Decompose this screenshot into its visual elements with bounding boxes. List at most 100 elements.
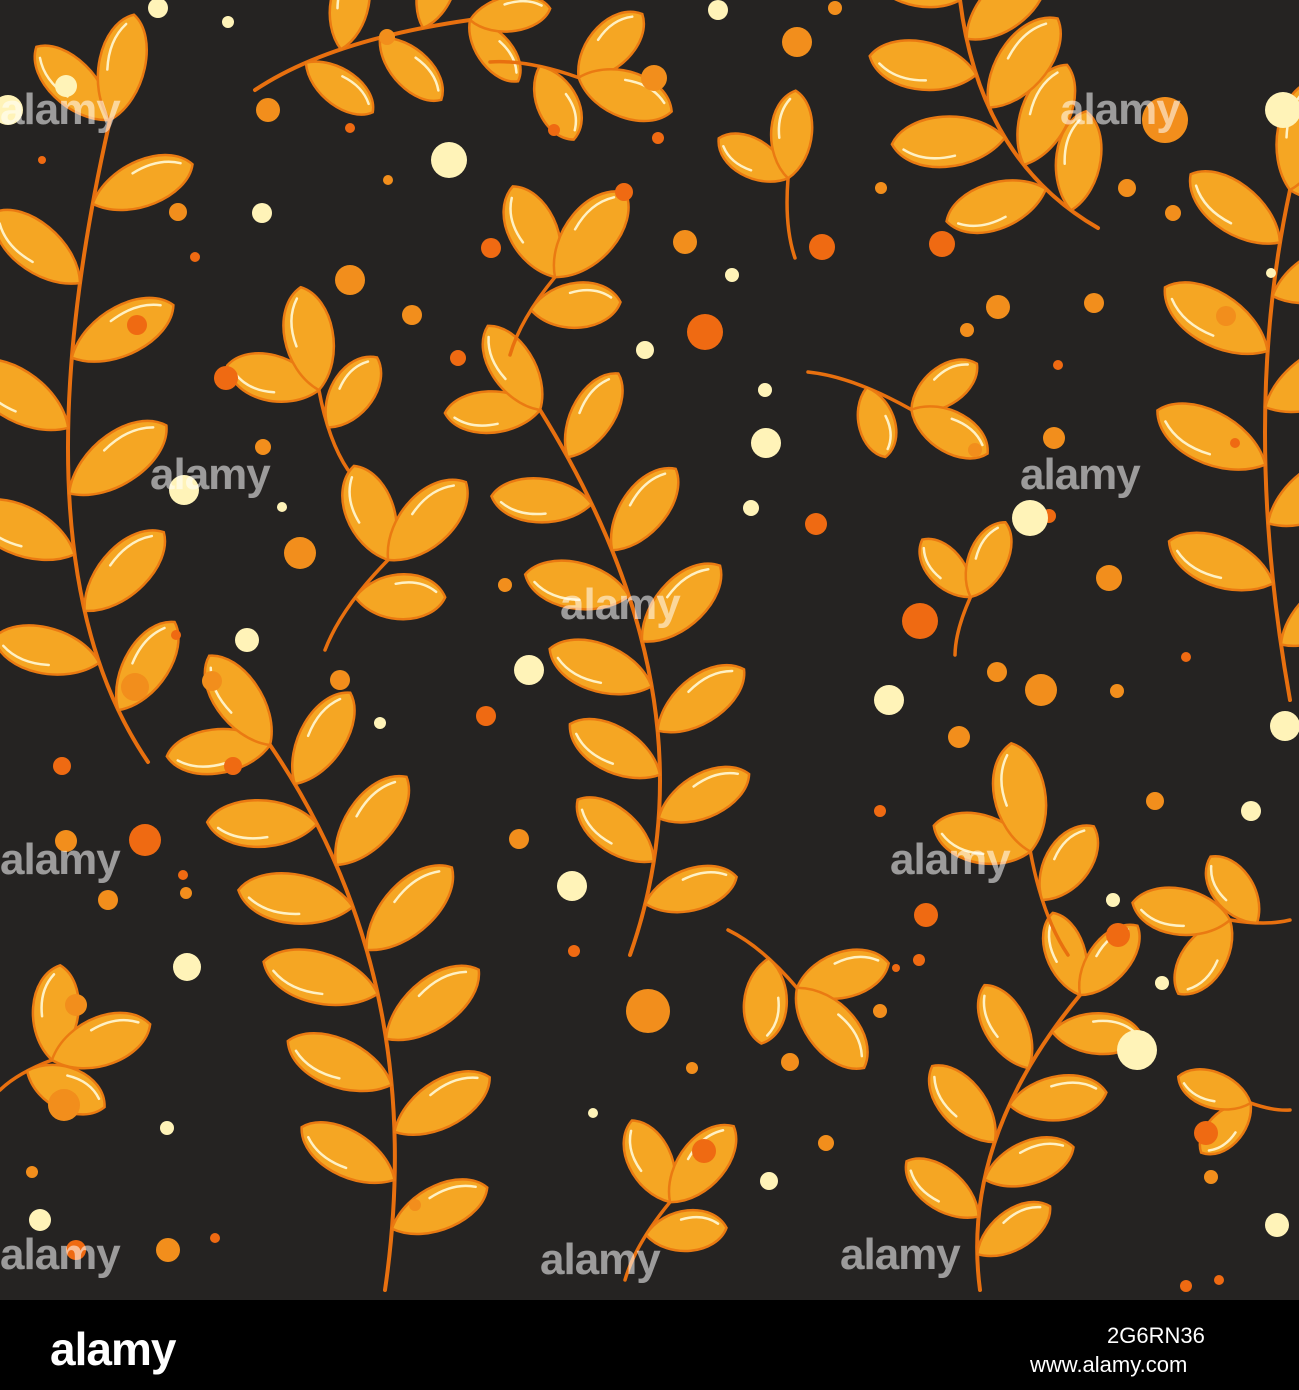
- leaf: [1167, 531, 1275, 592]
- dot: [1117, 1030, 1157, 1070]
- leaf: [529, 281, 622, 330]
- leaf: [640, 562, 723, 643]
- dot: [335, 265, 365, 295]
- dot: [1180, 1280, 1192, 1292]
- dot: [809, 234, 835, 260]
- dot: [1043, 427, 1065, 449]
- dot: [1194, 1121, 1218, 1145]
- dot: [450, 350, 466, 366]
- dot: [202, 671, 222, 691]
- leaf: [286, 1032, 394, 1093]
- dot: [156, 1238, 180, 1262]
- dot: [725, 268, 739, 282]
- leaf: [1156, 402, 1267, 471]
- dot: [781, 1053, 799, 1071]
- leaf: [976, 983, 1034, 1070]
- dot: [874, 685, 904, 715]
- leaf: [1163, 281, 1270, 356]
- dot: [222, 16, 234, 28]
- dot: [277, 502, 287, 512]
- dot: [169, 475, 199, 505]
- dot: [180, 887, 192, 899]
- leaf: [115, 620, 180, 712]
- dot: [960, 323, 974, 337]
- dot: [743, 500, 759, 516]
- dot: [178, 870, 188, 880]
- dot: [751, 428, 781, 458]
- dot: [345, 123, 355, 133]
- leaf: [904, 1157, 980, 1219]
- dot: [892, 964, 900, 972]
- dot: [53, 757, 71, 775]
- dot: [127, 315, 147, 335]
- dot: [224, 757, 242, 775]
- leaf: [644, 1208, 728, 1253]
- leaf: [393, 1070, 491, 1136]
- dot: [948, 726, 970, 748]
- dot: [409, 1199, 421, 1211]
- dot: [1181, 652, 1191, 662]
- dot: [805, 513, 827, 535]
- dot: [1084, 293, 1104, 313]
- dot: [782, 27, 812, 57]
- leaf: [300, 1121, 397, 1185]
- dot: [1266, 268, 1276, 278]
- leaf: [568, 717, 662, 780]
- dot: [1155, 976, 1169, 990]
- dot: [252, 203, 272, 223]
- dot: [652, 132, 664, 144]
- dot: [626, 989, 670, 1033]
- dot: [148, 0, 168, 18]
- dot: [129, 824, 161, 856]
- leaf: [205, 799, 319, 849]
- dot: [568, 945, 580, 957]
- dot: [692, 1139, 716, 1163]
- dot: [121, 673, 149, 701]
- dot: [481, 238, 501, 258]
- dot: [1142, 97, 1188, 143]
- dot: [874, 805, 886, 817]
- dot: [235, 628, 259, 652]
- dot: [1204, 1170, 1218, 1184]
- leaf: [365, 864, 455, 952]
- dot: [55, 75, 77, 97]
- branch: [165, 654, 491, 1292]
- dot: [914, 903, 938, 927]
- dot: [383, 175, 393, 185]
- dot: [26, 1166, 38, 1178]
- leaf: [656, 663, 746, 734]
- dot: [330, 670, 350, 690]
- dot: [1012, 500, 1048, 536]
- leaf: [890, 115, 1007, 169]
- leaf: [490, 477, 594, 524]
- dot: [673, 230, 697, 254]
- dot: [929, 231, 955, 257]
- dot: [1106, 893, 1120, 907]
- sprig: [622, 1119, 738, 1282]
- leaf: [384, 964, 480, 1042]
- dot: [1053, 360, 1063, 370]
- dot: [66, 1240, 86, 1260]
- dot: [588, 1108, 598, 1118]
- dot: [1146, 792, 1164, 810]
- leaf: [67, 419, 168, 497]
- sprig: [1176, 1068, 1292, 1156]
- leaf: [856, 386, 898, 459]
- dot: [873, 1004, 887, 1018]
- dot: [169, 203, 187, 221]
- dot: [760, 1172, 778, 1190]
- dot: [1241, 801, 1261, 821]
- dot: [1106, 923, 1130, 947]
- leaf: [742, 956, 789, 1045]
- leaf: [868, 39, 978, 92]
- dot: [1110, 684, 1124, 698]
- sprig: [0, 963, 152, 1116]
- dot: [173, 953, 201, 981]
- dot: [968, 443, 982, 457]
- leaf: [657, 765, 751, 824]
- sprig: [717, 89, 814, 260]
- dot: [1214, 1275, 1224, 1285]
- leaf: [1188, 170, 1282, 245]
- dot: [0, 95, 23, 125]
- dot: [498, 578, 512, 592]
